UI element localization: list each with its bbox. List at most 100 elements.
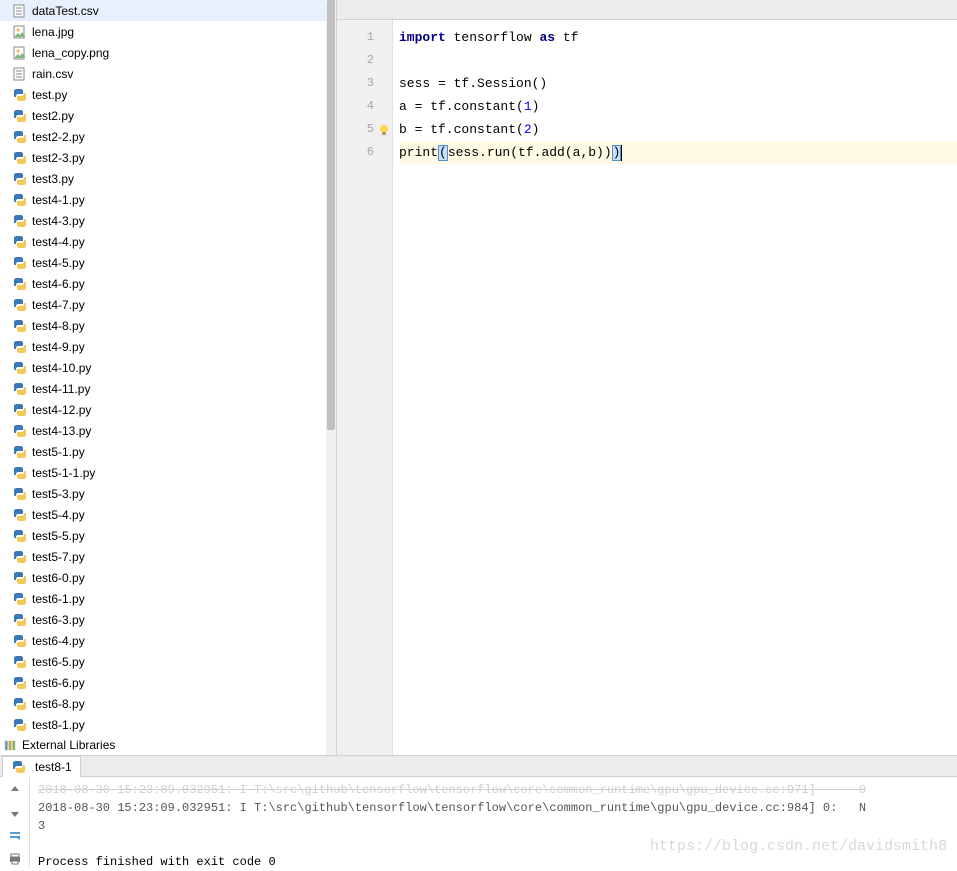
file-tree-item[interactable]: test6-3.py [0,609,327,630]
file-tree-item[interactable]: test5-4.py [0,504,327,525]
code-line[interactable]: import tensorflow as tf [399,26,957,49]
py-file-icon [12,360,28,376]
code-line[interactable]: a = tf.constant(1) [399,95,957,118]
arrow-down-icon[interactable] [8,806,22,823]
code-line[interactable]: b = tf.constant(2) [399,118,957,141]
file-label: test4-5.py [32,256,85,270]
console-line: 2018-08-30 15:23:09.032951: I T:\src\git… [38,781,949,799]
file-tree-item[interactable]: test4-13.py [0,420,327,441]
py-file-icon [12,255,28,271]
file-tree-item[interactable]: test4-9.py [0,336,327,357]
file-label: test6-3.py [32,613,85,627]
file-label: test4-11.py [32,382,90,396]
file-tree-item[interactable]: test6-0.py [0,567,327,588]
print-icon[interactable] [8,852,22,869]
file-tree-item[interactable]: test4-3.py [0,210,327,231]
file-tree-item[interactable]: test5-5.py [0,525,327,546]
py-file-icon [12,108,28,124]
file-tree-item[interactable]: test6-5.py [0,651,327,672]
project-tree[interactable]: dataTest.csv lena.jpg lena_copy.png rain.cs… [0,0,337,755]
file-tree-item[interactable]: test4-8.py [0,315,327,336]
py-file-icon [12,528,28,544]
file-label: test6-6.py [32,676,85,690]
line-number: 5 [337,118,392,141]
code-line-current[interactable]: print(sess.run(tf.add(a,b))) [399,141,957,164]
py-file-icon [12,570,28,586]
sidebar-scrollbar[interactable] [326,0,336,755]
file-tree-item[interactable]: test8-1.py [0,714,327,735]
arrow-up-icon[interactable] [8,783,22,800]
line-number: 4 [337,95,392,118]
file-label: dataTest.csv [32,4,99,18]
intention-bulb-icon[interactable] [378,122,390,134]
file-label: test4-9.py [32,340,85,354]
console-line: 2018-08-30 15:23:09.032951: I T:\src\git… [38,799,949,817]
file-tree-item[interactable]: test3.py [0,168,327,189]
csv-file-icon [12,3,28,19]
file-tree-item[interactable]: test6-6.py [0,672,327,693]
file-label: test8-1.py [32,718,85,732]
file-tree-item[interactable]: test5-7.py [0,546,327,567]
file-label: test6-1.py [32,592,85,606]
file-label: lena.jpg [32,25,74,39]
py-file-icon [12,591,28,607]
file-tree-item[interactable]: test4-5.py [0,252,327,273]
file-tree-item[interactable]: test4-7.py [0,294,327,315]
run-tab-bar: test8-1 [0,755,957,777]
run-tab[interactable]: test8-1 [2,756,81,777]
file-tree-item[interactable]: test4-6.py [0,273,327,294]
file-tree-item[interactable]: test6-1.py [0,588,327,609]
file-tree-item[interactable]: test5-3.py [0,483,327,504]
file-tree-item[interactable]: test4-1.py [0,189,327,210]
code-line[interactable]: sess = tf.Session() [399,72,957,95]
external-libraries-label: External Libraries [22,738,115,752]
file-tree-item[interactable]: test2.py [0,105,327,126]
soft-wrap-icon[interactable] [8,829,22,846]
py-file-icon [12,486,28,502]
file-tree-item[interactable]: test6-4.py [0,630,327,651]
file-tree-item[interactable]: test4-11.py [0,378,327,399]
file-tree-item[interactable]: dataTest.csv [0,0,327,21]
file-label: lena_copy.png [32,46,109,60]
line-number: 1 [337,26,392,49]
py-file-icon [12,234,28,250]
code-line[interactable] [399,49,957,72]
file-tree-item[interactable]: test4-12.py [0,399,327,420]
editor-gutter: 1 2 3 4 5 6 [337,20,393,755]
code-editor[interactable]: import tensorflow as tf sess = tf.Sessio… [393,20,957,755]
cursor-caret [621,145,622,161]
file-label: test4-4.py [32,235,85,249]
file-label: test6-8.py [32,697,85,711]
py-file-icon [12,402,28,418]
line-number: 3 [337,72,392,95]
file-tree-item[interactable]: rain.csv [0,63,327,84]
console-line: 3 [38,817,949,835]
py-file-icon [12,297,28,313]
console-toolbar [0,777,30,867]
file-tree-item[interactable]: test5-1.py [0,441,327,462]
file-tree-item[interactable]: test2-3.py [0,147,327,168]
file-tree-item[interactable]: test2-2.py [0,126,327,147]
py-file-icon [12,318,28,334]
py-file-icon [12,465,28,481]
file-label: test4-3.py [32,214,85,228]
py-file-icon [12,150,28,166]
file-tree-item[interactable]: test5-1-1.py [0,462,327,483]
file-tree-item[interactable]: test6-8.py [0,693,327,714]
file-tree-item[interactable]: test.py [0,84,327,105]
file-label: test2-2.py [32,130,85,144]
line-number: 2 [337,49,392,72]
py-file-icon [12,339,28,355]
scrollbar-thumb[interactable] [327,0,335,430]
file-tree-item[interactable]: test4-10.py [0,357,327,378]
file-tree-item[interactable]: test4-4.py [0,231,327,252]
external-libraries-node[interactable]: External Libraries [0,735,336,755]
file-tree-item[interactable]: lena.jpg [0,21,327,42]
img-file-icon [12,24,28,40]
file-label: test5-1-1.py [32,466,95,480]
py-file-icon [12,423,28,439]
file-tree-item[interactable]: lena_copy.png [0,42,327,63]
py-file-icon [12,87,28,103]
py-file-icon [12,654,28,670]
line-number: 6 [337,141,392,164]
